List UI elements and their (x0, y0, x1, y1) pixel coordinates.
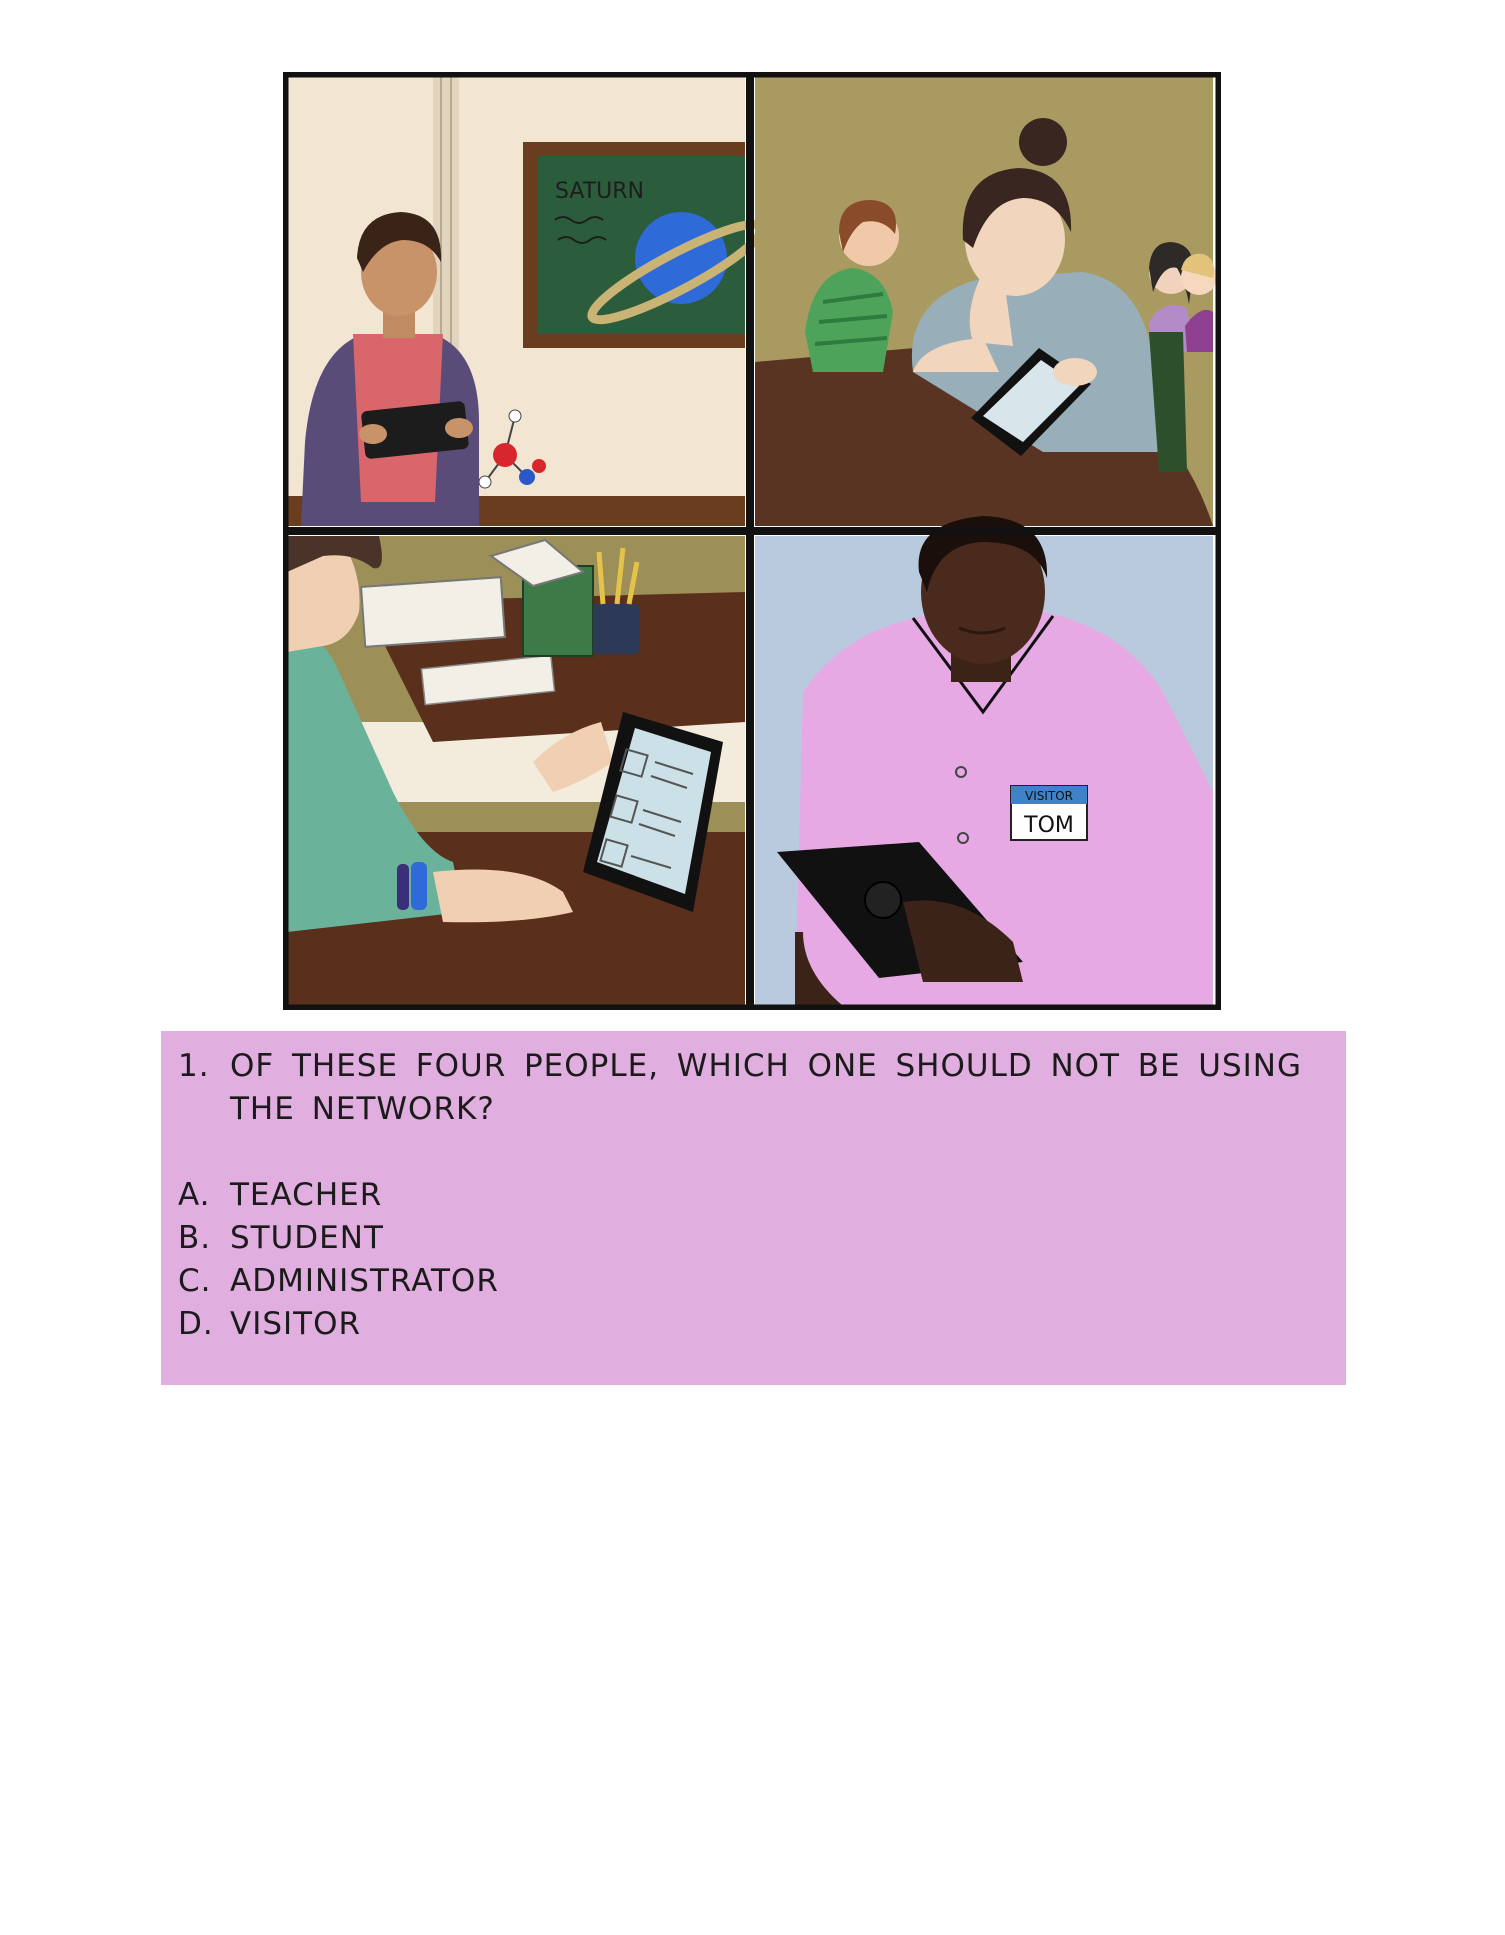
badge-name: TOM (1023, 813, 1074, 838)
chalkboard-label: SATURN (555, 179, 644, 204)
question-box: 1. OF THESE FOUR PEOPLE, WHICH ONE SHOUL… (161, 1031, 1346, 1385)
answer-letter: B. (178, 1220, 212, 1256)
answer-list: A. TEACHER B. STUDENT C. ADMINISTRATOR D… (178, 1174, 1302, 1346)
panel-administrator (287, 536, 745, 1006)
answer-label: STUDENT (230, 1220, 384, 1256)
panel-teacher: SATURN (287, 76, 767, 526)
answer-letter: D. (178, 1306, 214, 1342)
comic-illustration: SATURN VISITOR TOM (283, 72, 1221, 1010)
answer-label: VISITOR (230, 1306, 362, 1342)
visitor-name-badge: VISITOR TOM (1010, 785, 1088, 841)
answer-option-d: D. VISITOR (178, 1303, 1302, 1346)
answer-option-c: C. ADMINISTRATOR (178, 1260, 1302, 1303)
panel-visitor: VISITOR TOM (755, 516, 1213, 1006)
answer-label: ADMINISTRATOR (230, 1263, 499, 1299)
answer-label: TEACHER (230, 1177, 383, 1213)
answer-letter: A. (178, 1177, 211, 1213)
question-number: 1. (178, 1048, 210, 1084)
question-text: OF THESE FOUR PEOPLE, WHICH ONE SHOULD N… (230, 1048, 1302, 1127)
panel-student (755, 76, 1217, 526)
answer-option-a: A. TEACHER (178, 1174, 1302, 1217)
badge-title: VISITOR (1025, 789, 1073, 803)
comic-strip: SATURN VISITOR TOM (283, 72, 1221, 1010)
answer-option-b: B. STUDENT (178, 1217, 1302, 1260)
answer-letter: C. (178, 1263, 212, 1299)
question: 1. OF THESE FOUR PEOPLE, WHICH ONE SHOUL… (178, 1045, 1302, 1131)
